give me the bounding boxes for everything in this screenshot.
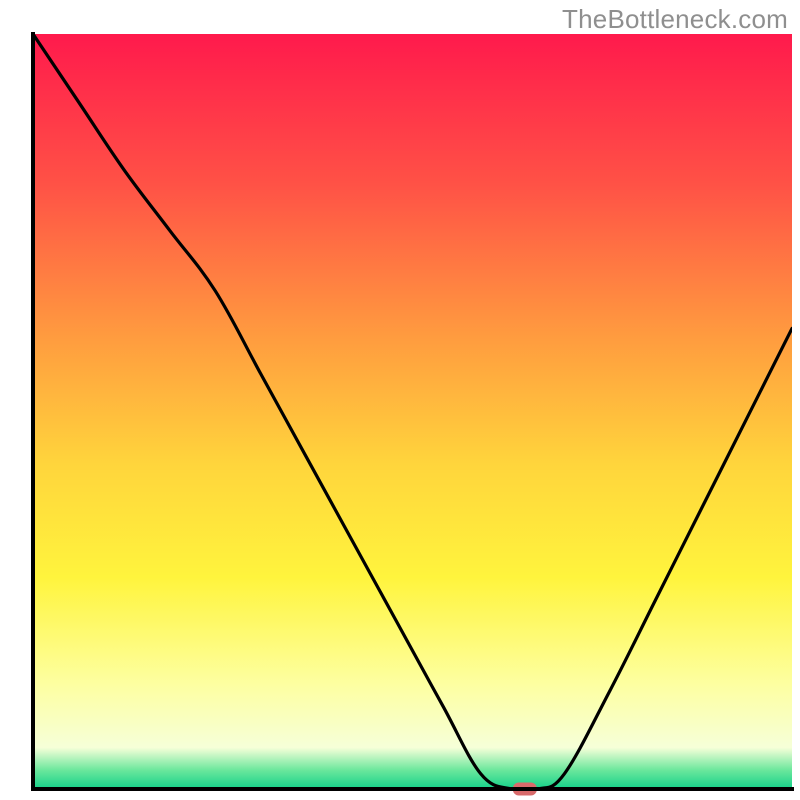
bottleneck-chart <box>0 0 800 800</box>
plot-background <box>33 34 792 789</box>
chart-frame: TheBottleneck.com <box>0 0 800 800</box>
